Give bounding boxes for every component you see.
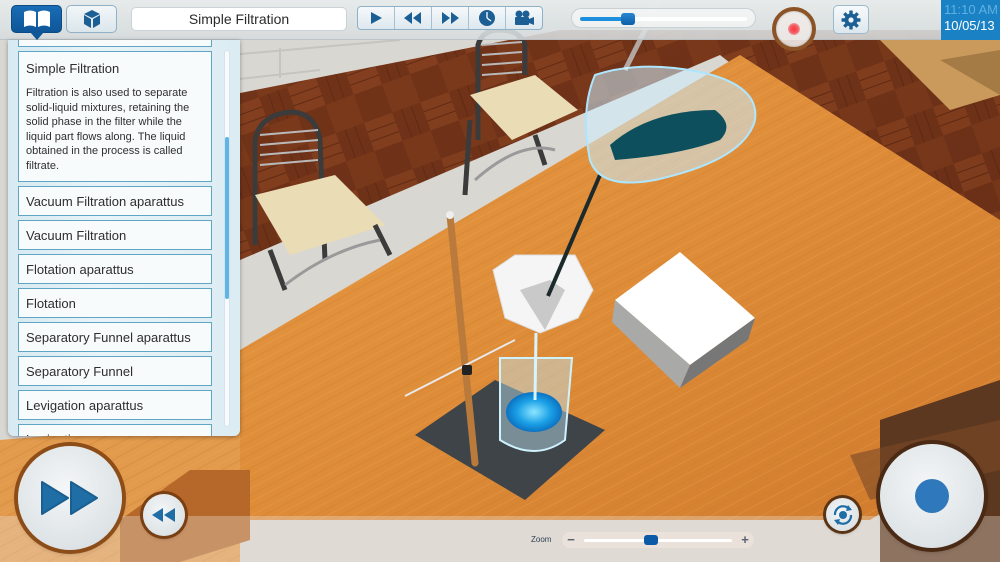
record-button[interactable] <box>772 7 816 51</box>
list-item[interactable]: Levigation aparattus <box>18 390 212 420</box>
list-item[interactable]: Flotation <box>18 288 212 318</box>
cube-icon <box>83 10 100 28</box>
list-item-label: Levigation aparattus <box>26 398 144 413</box>
zoom-in-button[interactable]: + <box>738 533 752 547</box>
rewind-button[interactable] <box>395 7 432 29</box>
list-item[interactable]: Levigation <box>18 424 212 436</box>
topic-list: Simple Filtration Filtration is also used… <box>18 40 220 436</box>
gear-icon <box>841 10 861 29</box>
status-clock: 11:10 AM 10/05/13 <box>941 0 1000 40</box>
list-item[interactable]: Flotation aparattus <box>18 254 212 284</box>
fast-forward-icon <box>41 481 98 515</box>
video-camera-icon <box>515 10 534 25</box>
list-item[interactable]: Separatory Funnel <box>18 356 212 386</box>
clock-date: 10/05/13 <box>944 18 995 33</box>
settings-button[interactable] <box>833 5 869 34</box>
rewind-icon <box>404 12 421 24</box>
list-item-label: Flotation <box>26 296 76 311</box>
zoom-slider[interactable]: − + <box>562 532 754 548</box>
camera-button[interactable] <box>506 7 542 29</box>
zoom-thumb[interactable] <box>643 535 658 545</box>
model-view-button[interactable] <box>66 5 117 33</box>
topic-list-panel: Simple Filtration Filtration is also used… <box>8 40 240 436</box>
action-dot-icon <box>915 479 949 513</box>
rewind-icon <box>152 508 175 522</box>
list-item[interactable]: Vacuum Filtration <box>18 220 212 250</box>
zoom-out-button[interactable]: − <box>564 533 578 547</box>
list-item-label: Vacuum Filtration <box>26 228 127 243</box>
fast-forward-step-button[interactable] <box>18 446 122 550</box>
list-item-partial[interactable] <box>18 40 212 47</box>
timer-button[interactable] <box>469 7 506 29</box>
play-icon <box>371 12 382 24</box>
list-scrollbar[interactable] <box>224 50 230 427</box>
rotate-camera-icon <box>833 504 852 525</box>
clock-time: 11:10 AM <box>944 2 998 17</box>
rewind-step-button[interactable] <box>143 494 185 536</box>
play-button[interactable] <box>358 7 395 29</box>
list-item-description: Filtration is also used to separate soli… <box>26 87 190 172</box>
timeline-slider[interactable] <box>571 8 756 28</box>
list-item-label: Simple Filtration <box>26 61 120 76</box>
media-controls <box>357 6 543 30</box>
fast-forward-icon <box>442 12 459 24</box>
top-toolbar: Simple Filtration 11:10 AM 10/05/13 <box>0 0 1000 51</box>
timeline-thumb[interactable] <box>621 13 636 25</box>
record-icon <box>788 23 800 35</box>
list-item-label: Separatory Funnel <box>26 364 133 379</box>
list-item[interactable]: Separatory Funnel aparattus <box>18 322 212 352</box>
fast-forward-button[interactable] <box>432 7 469 29</box>
zoom-label: Zoom <box>531 535 552 544</box>
list-item[interactable]: Vacuum Filtration aparattus <box>18 186 212 216</box>
timeline-rail <box>580 13 747 25</box>
clock-icon <box>479 10 495 26</box>
zoom-rail <box>584 535 732 545</box>
book-button[interactable] <box>11 5 62 40</box>
rotate-camera-button[interactable] <box>826 498 859 531</box>
list-item-label: Flotation aparattus <box>26 262 134 277</box>
list-item-label: Levigation <box>26 431 204 436</box>
book-icon <box>23 10 50 27</box>
action-button[interactable] <box>880 444 984 548</box>
list-item-label: Separatory Funnel aparattus <box>26 330 191 345</box>
lesson-title: Simple Filtration <box>131 7 347 31</box>
list-item-label: Vacuum Filtration aparattus <box>26 194 184 209</box>
list-item-expanded[interactable]: Simple Filtration Filtration is also used… <box>18 51 212 182</box>
list-scrollbar-thumb[interactable] <box>225 137 229 299</box>
